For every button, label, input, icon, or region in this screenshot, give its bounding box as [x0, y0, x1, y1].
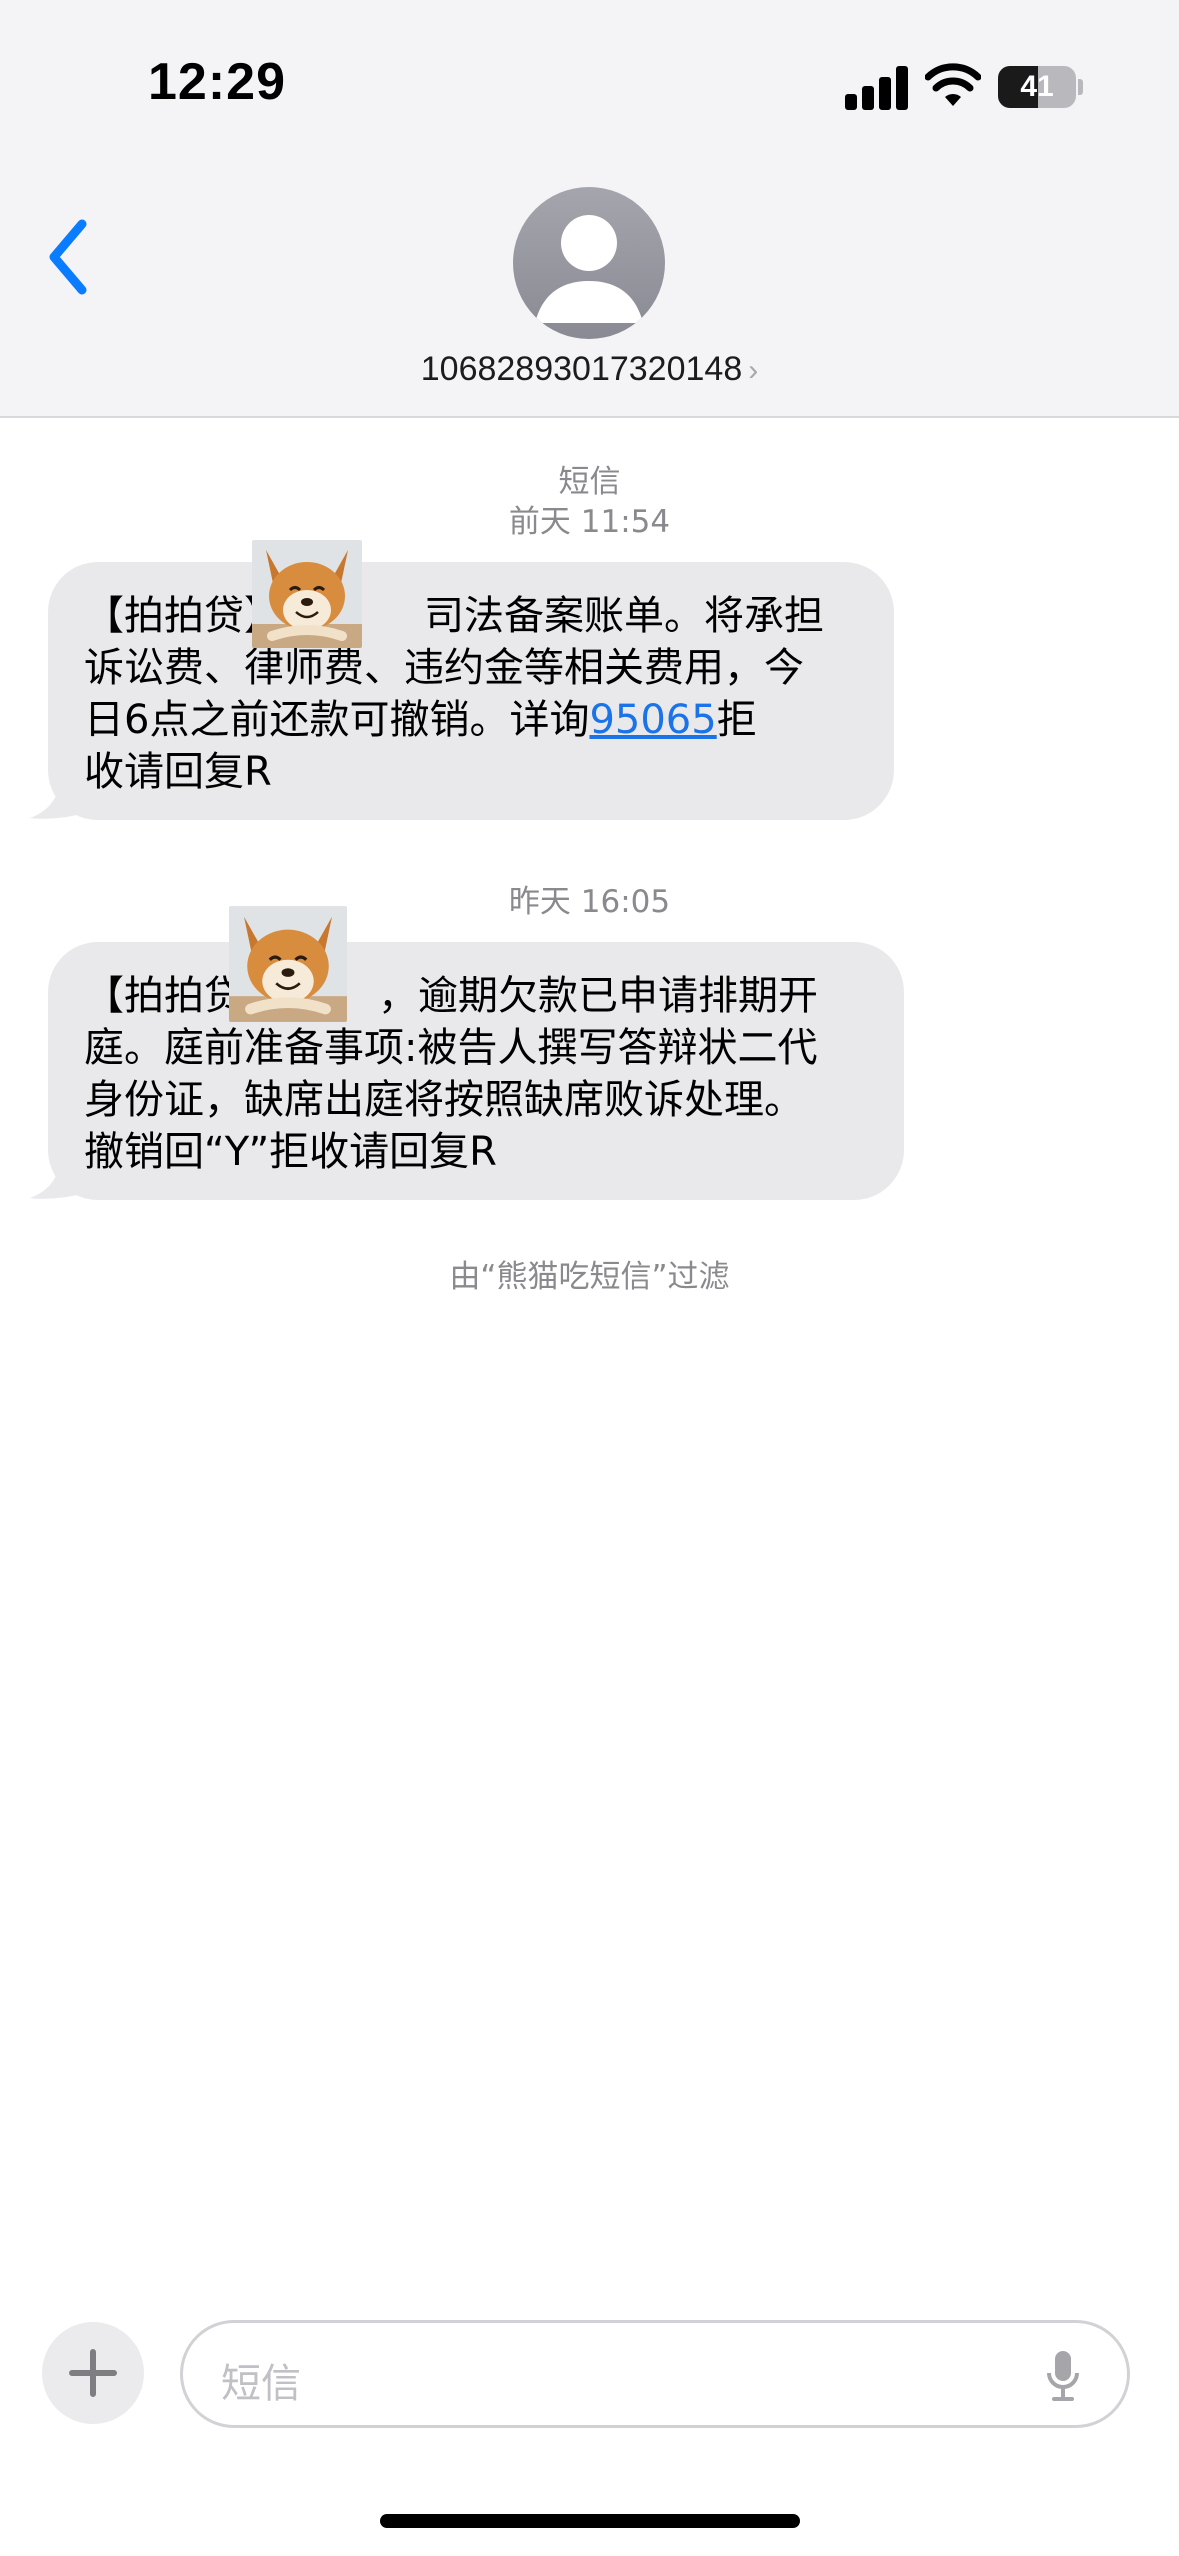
contact-avatar[interactable] [513, 187, 665, 339]
add-attachment-button[interactable] [42, 2322, 144, 2424]
chevron-left-icon[interactable] [40, 212, 100, 302]
wifi-icon [925, 63, 981, 106]
signal-icon [845, 66, 909, 110]
plus-icon [69, 2349, 117, 2397]
status-time: 12:29 [148, 53, 286, 111]
battery-level: 41 [1020, 70, 1054, 103]
phone-link[interactable]: 95065 [589, 697, 716, 743]
channel-label: 短信 [558, 464, 621, 500]
filter-notice: 由“熊猫吃短信”过滤 [449, 1259, 730, 1295]
message-timestamp: 前天 11:54 [508, 504, 671, 540]
message-input[interactable]: 短信 [180, 2320, 1130, 2428]
battery-icon: 41 [998, 66, 1076, 108]
message-input-placeholder: 短信 [221, 2361, 301, 2407]
battery-cap [1078, 79, 1083, 95]
sender-tag: 【拍拍贷 [84, 973, 244, 1019]
shiba-dog-sticker [252, 540, 362, 648]
contact-number-text: 10682893017320148 [420, 350, 743, 388]
message-timestamp: 昨天 16:05 [508, 884, 671, 920]
message-bubble[interactable]: 【拍拍贷 ，逾期欠款已申请排期开 庭。庭前准备事项:被告人撰写答辩状二代 身份证，… [48, 942, 904, 1200]
shiba-dog-sticker [229, 906, 347, 1022]
message-line1: ，逾期欠款已申请排期开 [378, 973, 818, 1019]
conversation-header: 12:29 41 10682893017320148 › [0, 0, 1179, 418]
person-silhouette-icon [535, 215, 643, 323]
message-text: 【拍拍贷】 司法备案账单。将承担 诉讼费、律师费、违约金等相关费用，今 日6点之前… [84, 590, 852, 798]
microphone-icon[interactable] [1043, 2347, 1083, 2407]
message-text: 【拍拍贷 ，逾期欠款已申请排期开 庭。庭前准备事项:被告人撰写答辩状二代 身份证，… [84, 970, 862, 1178]
chevron-right-icon: › [748, 354, 759, 387]
contact-number[interactable]: 10682893017320148 › [0, 350, 1179, 389]
home-indicator[interactable] [380, 2514, 800, 2528]
messages-screen: 12:29 41 10682893017320148 › 短信 前天 11:54… [0, 0, 1179, 2556]
message-line1: 司法备案账单。将承担 [424, 593, 824, 639]
message-bubble[interactable]: 【拍拍贷】 司法备案账单。将承担 诉讼费、律师费、违约金等相关费用，今 日6点之前… [48, 562, 894, 820]
message-body: 庭。庭前准备事项:被告人撰写答辩状二代 身份证，缺席出庭将按照缺席败诉处理。 撤… [84, 1025, 818, 1175]
